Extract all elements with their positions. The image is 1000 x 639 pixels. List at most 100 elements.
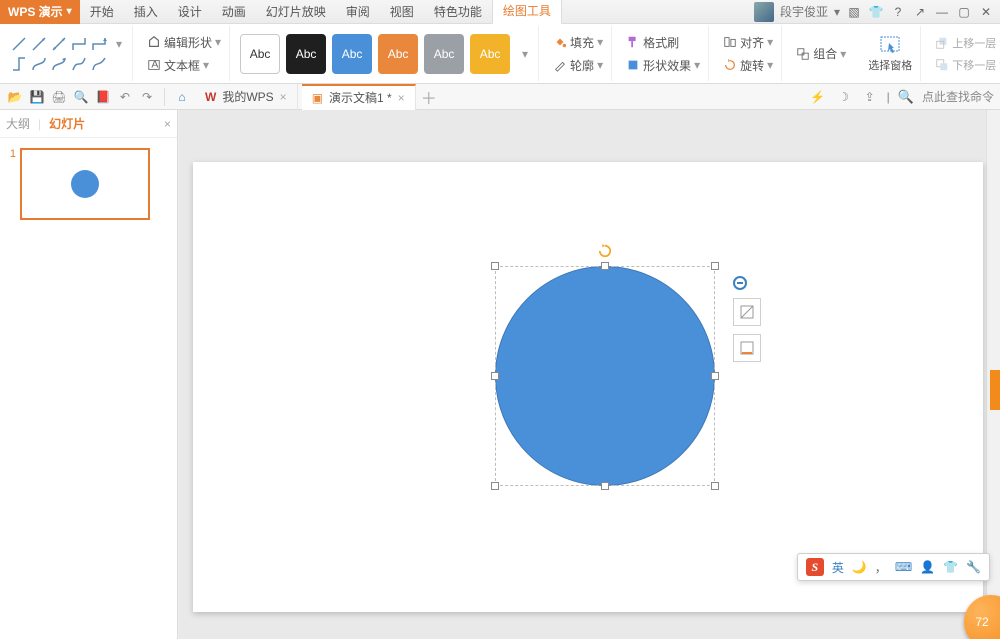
slide-thumbnail-1[interactable]: 1 xyxy=(6,148,171,220)
group-group: 组合▾ xyxy=(788,26,854,81)
moon-icon[interactable]: ☽ xyxy=(835,88,853,106)
tab-insert[interactable]: 插入 xyxy=(124,0,168,24)
freeform-tool[interactable] xyxy=(90,55,108,73)
tab-review[interactable]: 审阅 xyxy=(336,0,380,24)
slides-tab[interactable]: 幻灯片 xyxy=(49,115,85,132)
shape-style-4[interactable]: Abc xyxy=(378,34,418,74)
curve-tool-3[interactable] xyxy=(70,55,88,73)
maximize-button[interactable]: ▢ xyxy=(956,4,972,20)
slide-1[interactable] xyxy=(193,162,983,612)
tab-view[interactable]: 视图 xyxy=(380,0,424,24)
close-tab-icon[interactable]: × xyxy=(398,91,405,105)
run-icon[interactable]: ⚡ xyxy=(809,88,827,106)
resize-handle-tr[interactable] xyxy=(711,262,719,270)
curve-tool-2[interactable] xyxy=(50,55,68,73)
rotate-handle[interactable] xyxy=(598,244,612,258)
side-handle[interactable] xyxy=(990,370,1000,410)
tab-features[interactable]: 特色功能 xyxy=(424,0,492,24)
print-preview-icon[interactable]: 🔍 xyxy=(72,88,90,106)
ime-lang[interactable]: 英 xyxy=(832,559,844,576)
resize-handle-l[interactable] xyxy=(491,372,499,380)
line-tool-2[interactable] xyxy=(30,35,48,53)
more-lines-icon[interactable]: ▾ xyxy=(110,35,128,53)
save-icon[interactable]: 💾 xyxy=(28,88,46,106)
home-icon[interactable]: ⌂ xyxy=(173,88,191,106)
style-gallery-more-icon[interactable]: ▾ xyxy=(516,45,534,63)
elbow-tool-2[interactable] xyxy=(90,35,108,53)
close-button[interactable]: ✕ xyxy=(978,4,994,20)
ime-settings-icon[interactable]: 🔧 xyxy=(966,560,981,574)
ime-bar[interactable]: S 英 🌙 ， ⌨ 👤 👕 🔧 xyxy=(797,553,990,581)
selection-pane-button[interactable]: 选择窗格 xyxy=(864,33,916,75)
fill-quick-button[interactable] xyxy=(733,298,761,326)
minimize-button[interactable]: — xyxy=(934,4,950,20)
slide-thumbnail-image xyxy=(20,148,150,220)
workspace: 大纲 | 幻灯片 × 1 xyxy=(0,110,1000,639)
shape-style-3[interactable]: Abc xyxy=(332,34,372,74)
shape-style-6[interactable]: Abc xyxy=(470,34,510,74)
ribbon-tabs: 开始 插入 设计 动画 幻灯片放映 审阅 视图 特色功能 绘图工具 xyxy=(80,0,562,24)
send-backward-button[interactable]: 下移一层▾ xyxy=(931,55,1000,75)
bring-forward-button[interactable]: 上移一层▾ xyxy=(931,33,1000,53)
shape-style-5[interactable]: Abc xyxy=(424,34,464,74)
redo-icon[interactable]: ↷ xyxy=(138,88,156,106)
skin-icon[interactable]: ▧ xyxy=(846,4,862,20)
help-icon[interactable]: ? xyxy=(890,4,906,20)
app-menu-dropdown-icon: ▾ xyxy=(67,6,72,17)
collapse-button[interactable] xyxy=(733,276,747,290)
curve-tool-1[interactable] xyxy=(30,55,48,73)
outline-tab[interactable]: 大纲 xyxy=(6,115,30,132)
align-button[interactable]: 对齐▾ xyxy=(719,32,777,53)
ime-moon-icon[interactable]: 🌙 xyxy=(852,560,867,574)
resize-handle-tl[interactable] xyxy=(491,262,499,270)
app-logo[interactable]: WPS 演示 ▾ xyxy=(0,0,80,24)
panel-close-icon[interactable]: × xyxy=(164,117,171,131)
ime-comma-icon[interactable]: ， xyxy=(875,559,887,576)
tab-slideshow[interactable]: 幻灯片放映 xyxy=(256,0,336,24)
close-tab-icon[interactable]: × xyxy=(280,90,287,104)
shape-effects-button[interactable]: 形状效果▾ xyxy=(622,55,704,76)
ime-keyboard-icon[interactable]: ⌨ xyxy=(895,560,912,574)
fill-button[interactable]: 填充▾ xyxy=(549,32,607,53)
share-icon[interactable]: ⇪ xyxy=(861,88,879,106)
group-button[interactable]: 组合▾ xyxy=(792,43,850,64)
new-tab-icon[interactable]: ＋ xyxy=(420,88,438,106)
wps-logo-icon: W xyxy=(205,90,216,104)
doc-tab-mywps[interactable]: W 我的WPS × xyxy=(195,84,298,110)
shape-style-1[interactable]: Abc xyxy=(240,34,280,74)
open-icon[interactable]: 📂 xyxy=(6,88,24,106)
resize-handle-br[interactable] xyxy=(711,482,719,490)
rotate-button[interactable]: 旋转▾ xyxy=(719,55,777,76)
elbow-tool-3[interactable] xyxy=(10,55,28,73)
tab-design[interactable]: 设计 xyxy=(168,0,212,24)
resize-handle-bl[interactable] xyxy=(491,482,499,490)
outline-quick-button[interactable] xyxy=(733,334,761,362)
line-tool-1[interactable] xyxy=(10,35,28,53)
selected-shape-bounds[interactable] xyxy=(495,266,715,486)
edit-shape-button[interactable]: 编辑形状▾ xyxy=(143,32,225,53)
user-name[interactable]: 段宇俊亚 xyxy=(780,3,828,20)
text-box-button[interactable]: A 文本框▾ xyxy=(143,55,225,76)
print-icon[interactable]: 🖨 xyxy=(50,88,68,106)
tab-drawing-tools[interactable]: 绘图工具 xyxy=(492,0,562,24)
tab-animation[interactable]: 动画 xyxy=(212,0,256,24)
elbow-tool-1[interactable] xyxy=(70,35,88,53)
ime-skin-icon[interactable]: 👕 xyxy=(943,560,958,574)
resize-handle-t[interactable] xyxy=(601,262,609,270)
tab-start[interactable]: 开始 xyxy=(80,0,124,24)
user-avatar[interactable] xyxy=(754,2,774,22)
resize-handle-r[interactable] xyxy=(711,372,719,380)
resize-handle-b[interactable] xyxy=(601,482,609,490)
outline-button[interactable]: 轮廓▾ xyxy=(549,55,607,76)
tshirt-icon[interactable]: 👕 xyxy=(868,4,884,20)
export-pdf-icon[interactable]: 📕 xyxy=(94,88,112,106)
search-label[interactable]: 点此查找命令 xyxy=(922,88,994,105)
ime-user-icon[interactable]: 👤 xyxy=(920,560,935,574)
format-painter-button[interactable]: 格式刷 xyxy=(622,32,704,53)
line-tool-3[interactable] xyxy=(50,35,68,53)
arrange-group: 对齐▾ 旋转▾ xyxy=(715,26,782,81)
shape-style-2[interactable]: Abc xyxy=(286,34,326,74)
popout-icon[interactable]: ↗ xyxy=(912,4,928,20)
doc-tab-presentation1[interactable]: ▣ 演示文稿1 * × xyxy=(302,84,416,110)
undo-icon[interactable]: ↶ xyxy=(116,88,134,106)
